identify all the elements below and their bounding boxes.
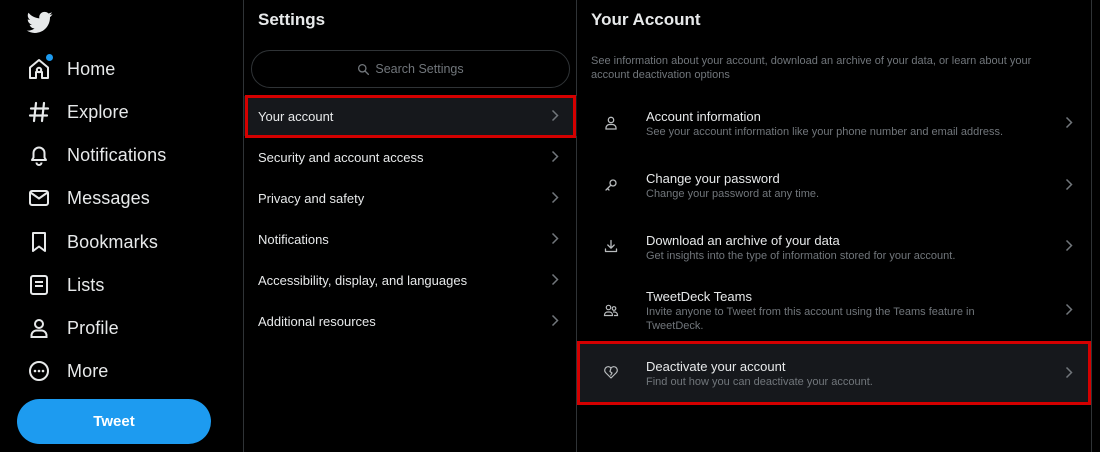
nav-label: Messages: [67, 187, 150, 208]
nav-label: Notifications: [67, 144, 167, 165]
settings-item-privacy[interactable]: Privacy and safety: [244, 178, 577, 218]
nav-item-notifications[interactable]: Notifications: [17, 135, 176, 175]
settings-item-label: Accessibility, display, and languages: [258, 272, 468, 288]
settings-item-label: Your account: [258, 108, 334, 124]
account-item-title: Deactivate your account: [646, 359, 786, 374]
settings-item-security[interactable]: Security and account access: [244, 137, 577, 177]
nav-item-profile[interactable]: Profile: [17, 308, 129, 348]
nav-item-lists[interactable]: Lists: [17, 265, 115, 305]
tweet-button[interactable]: Tweet: [17, 399, 211, 444]
chevron-right-icon: [551, 273, 559, 286]
settings-item-label: Security and account access: [258, 149, 424, 165]
people-icon: [603, 302, 619, 318]
nav-label: Explore: [67, 101, 129, 122]
section-description: See information about your account, down…: [591, 55, 1032, 81]
account-item-deactivate[interactable]: Deactivate your account Find out how you…: [577, 342, 1091, 404]
bookmark-icon: [27, 230, 51, 254]
nav-label: Bookmarks: [67, 231, 158, 252]
nav-item-bookmarks[interactable]: Bookmarks: [17, 222, 168, 262]
settings-item-notifications[interactable]: Notifications: [244, 219, 577, 259]
key-icon: [603, 177, 619, 193]
chevron-right-icon: [551, 232, 559, 245]
account-item-tweetdeck-teams[interactable]: TweetDeck Teams Invite anyone to Tweet f…: [577, 282, 1091, 338]
account-item-description: Get insights into the type of informatio…: [646, 250, 956, 262]
settings-item-your-account[interactable]: Your account: [244, 96, 577, 136]
account-item-title: TweetDeck Teams: [646, 289, 752, 304]
search-input[interactable]: Search Settings: [251, 50, 570, 88]
person-icon: [27, 316, 51, 340]
account-item-title: Account information: [646, 109, 761, 124]
account-item-account-information[interactable]: Account information See your account inf…: [577, 96, 1091, 154]
bell-icon: [27, 143, 51, 167]
more-circle-icon: [27, 359, 51, 383]
search-placeholder: Search Settings: [375, 62, 464, 76]
account-item-download-archive[interactable]: Download an archive of your data Get ins…: [577, 220, 1091, 278]
nav-item-messages[interactable]: Messages: [17, 178, 160, 218]
chevron-right-icon: [551, 191, 559, 204]
broken-heart-icon: [603, 364, 619, 380]
list-icon: [27, 273, 51, 297]
settings-item-label: Additional resources: [258, 313, 376, 329]
nav-label: More: [67, 360, 109, 381]
hashtag-icon: [27, 100, 51, 124]
nav-item-home[interactable]: Home: [17, 49, 125, 89]
notification-dot: [46, 54, 53, 61]
account-item-description: Find out how you can deactivate your acc…: [646, 376, 873, 388]
nav-label: Home: [67, 58, 116, 79]
chevron-right-icon: [551, 109, 559, 122]
nav-item-explore[interactable]: Explore: [17, 92, 139, 132]
download-icon: [603, 238, 619, 254]
section-title: Your Account: [591, 10, 701, 29]
nav-label: Lists: [67, 274, 105, 295]
account-item-description: Change your password at any time.: [646, 188, 820, 200]
chevron-right-icon: [1065, 366, 1073, 379]
settings-panel: Settings Search Settings Your account Se…: [243, 0, 577, 452]
chevron-right-icon: [551, 150, 559, 163]
search-icon: [358, 63, 370, 75]
chevron-right-icon: [551, 314, 559, 327]
account-item-title: Change your password: [646, 171, 780, 186]
person-icon: [603, 115, 619, 131]
left-navigation: Home Explore Notifications Messages Book…: [0, 0, 243, 452]
page-title: Settings: [258, 10, 326, 29]
chevron-right-icon: [1065, 178, 1073, 191]
settings-item-label: Privacy and safety: [258, 190, 365, 206]
settings-item-accessibility[interactable]: Accessibility, display, and languages: [244, 260, 577, 300]
chevron-right-icon: [1065, 239, 1073, 252]
chevron-right-icon: [1065, 303, 1073, 316]
envelope-icon: [27, 186, 51, 210]
chevron-right-icon: [1065, 116, 1073, 129]
settings-item-label: Notifications: [258, 231, 329, 247]
account-item-title: Download an archive of your data: [646, 233, 840, 248]
nav-item-more[interactable]: More: [17, 351, 118, 391]
home-icon: [27, 54, 53, 81]
account-item-change-password[interactable]: Change your password Change your passwor…: [577, 158, 1091, 216]
account-item-description: Invite anyone to Tweet from this account…: [646, 306, 975, 332]
twitter-bird-icon[interactable]: [26, 9, 54, 35]
your-account-panel: Your Account See information about your …: [577, 0, 1092, 452]
account-item-description: See your account information like your p…: [646, 126, 1004, 138]
settings-item-additional-resources[interactable]: Additional resources: [244, 301, 577, 341]
nav-label: Profile: [67, 317, 119, 338]
